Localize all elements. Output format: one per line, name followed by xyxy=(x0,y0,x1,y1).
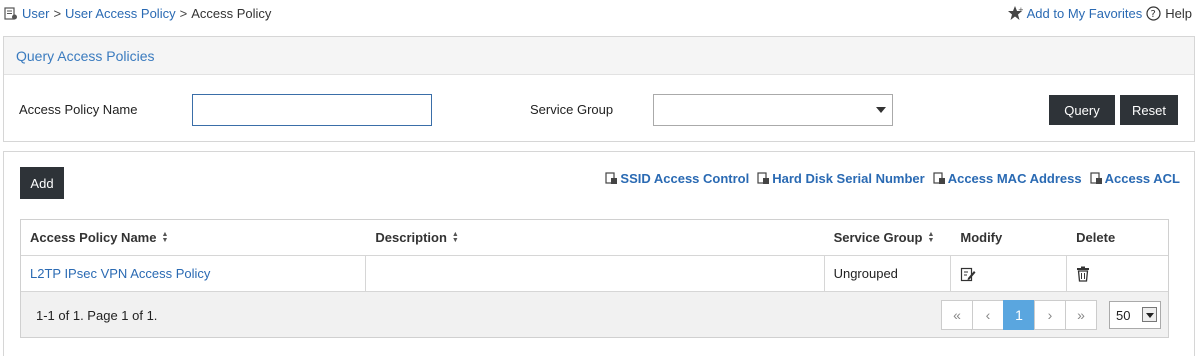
previous-page-button[interactable]: ‹ xyxy=(972,300,1004,330)
ssid-access-control-label: SSID Access Control xyxy=(620,171,750,186)
policy-table: Access Policy Name ▲ ▼ Description ▲ ▼ Ser… xyxy=(20,219,1169,338)
add-button[interactable]: Add xyxy=(20,167,64,199)
query-form-row: Access Policy Name Service Group Query R… xyxy=(4,94,1194,126)
document-link-icon xyxy=(757,172,770,184)
service-group-select[interactable] xyxy=(653,94,893,126)
related-links: SSID Access Control Hard Disk Serial Num… xyxy=(605,171,1180,186)
column-header-description[interactable]: Description ▲ ▼ xyxy=(366,220,824,255)
modify-cell xyxy=(951,256,1068,291)
breadcrumb-user-access-policy[interactable]: User Access Policy xyxy=(65,6,176,21)
hard-disk-serial-number-link[interactable]: Hard Disk Serial Number xyxy=(757,171,925,186)
policy-name-cell[interactable]: L2TP IPsec VPN Access Policy xyxy=(21,256,367,291)
reset-button[interactable]: Reset xyxy=(1120,95,1178,125)
list-panel: Add SSID Access Control Hard Disk Serial… xyxy=(3,151,1195,356)
edit-icon[interactable] xyxy=(960,266,976,282)
ssid-access-control-link[interactable]: SSID Access Control xyxy=(605,171,749,186)
column-header-label: Service Group xyxy=(833,230,923,245)
column-header-service-group[interactable]: Service Group ▲ ▼ xyxy=(825,220,952,255)
query-panel-title: Query Access Policies xyxy=(4,37,1194,75)
column-header-label: Delete xyxy=(1076,230,1116,245)
breadcrumb-user[interactable]: User xyxy=(22,6,49,21)
service-group-label: Service Group xyxy=(530,102,614,117)
dropdown-arrow-icon xyxy=(1142,307,1157,322)
breadcrumb-current: Access Policy xyxy=(191,6,272,21)
help-link[interactable]: Help xyxy=(1165,6,1192,21)
access-mac-address-link[interactable]: Access MAC Address xyxy=(933,171,1082,186)
breadcrumb-separator: > xyxy=(179,6,188,21)
document-link-icon xyxy=(605,172,618,184)
service-group-cell: Ungrouped xyxy=(825,256,952,291)
sort-icon[interactable]: ▲ ▼ xyxy=(927,231,934,244)
delete-cell xyxy=(1067,256,1168,291)
access-policy-name-label: Access Policy Name xyxy=(19,102,138,117)
access-acl-link[interactable]: Access ACL xyxy=(1090,171,1180,186)
favorite-star-icon[interactable]: + xyxy=(1007,5,1023,21)
query-panel: Query Access Policies Access Policy Name… xyxy=(3,36,1195,142)
svg-text:+: + xyxy=(1018,6,1023,14)
svg-text:?: ? xyxy=(1151,9,1156,20)
access-mac-address-label: Access MAC Address xyxy=(947,171,1082,186)
page-1-button[interactable]: 1 xyxy=(1003,300,1035,330)
pagination-bar: 1-1 of 1. Page 1 of 1. « ‹ 1 › » 50 xyxy=(21,292,1168,337)
dropdown-arrow-icon xyxy=(876,107,886,113)
column-header-delete: Delete xyxy=(1067,220,1168,255)
table-header-row: Access Policy Name ▲ ▼ Description ▲ ▼ Ser… xyxy=(21,220,1168,256)
access-policy-name-input[interactable] xyxy=(192,94,432,126)
access-acl-label: Access ACL xyxy=(1104,171,1180,186)
column-header-access-policy-name[interactable]: Access Policy Name ▲ ▼ xyxy=(21,220,366,255)
page-size-value: 50 xyxy=(1116,307,1131,323)
pagination-controls: « ‹ 1 › » xyxy=(941,300,1097,330)
trash-icon[interactable] xyxy=(1076,266,1090,282)
next-page-button[interactable]: › xyxy=(1034,300,1066,330)
top-actions: + Add to My Favorites ? Help xyxy=(1007,5,1192,21)
table-row: L2TP IPsec VPN Access Policy Ungrouped xyxy=(21,256,1168,292)
page-size-select[interactable]: 50 xyxy=(1109,301,1161,329)
first-page-button[interactable]: « xyxy=(941,300,973,330)
breadcrumb: User > User Access Policy > Access Polic… xyxy=(4,6,271,21)
document-link-icon xyxy=(933,172,945,184)
query-button[interactable]: Query xyxy=(1049,95,1115,125)
column-header-modify: Modify xyxy=(951,220,1067,255)
sort-icon[interactable]: ▲ ▼ xyxy=(452,231,459,244)
column-header-label: Access Policy Name xyxy=(30,230,157,245)
top-bar: User > User Access Policy > Access Polic… xyxy=(0,0,1198,28)
column-header-label: Modify xyxy=(960,230,1003,245)
hard-disk-serial-number-label: Hard Disk Serial Number xyxy=(772,171,925,186)
last-page-button[interactable]: » xyxy=(1065,300,1097,330)
description-cell xyxy=(366,256,825,291)
help-icon[interactable]: ? xyxy=(1146,5,1161,21)
breadcrumb-separator: > xyxy=(53,6,62,21)
add-to-favorites-link[interactable]: Add to My Favorites xyxy=(1027,6,1143,21)
pagination-info: 1-1 of 1. Page 1 of 1. xyxy=(36,308,158,323)
column-header-label: Description xyxy=(375,230,447,245)
sort-icon[interactable]: ▲ ▼ xyxy=(161,231,168,244)
user-nav-icon xyxy=(4,6,17,20)
document-link-icon xyxy=(1090,172,1102,184)
